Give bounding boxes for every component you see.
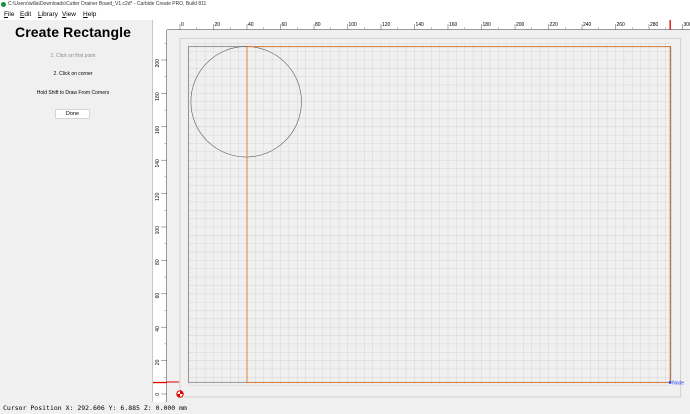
ruler-tick-label: 100: [155, 226, 161, 235]
ruler-tick-label: 100: [349, 22, 358, 28]
ruler-tick-label: 140: [155, 159, 161, 168]
cursor-position: Cursor Position X: 292.606 Y: 6.885 Z: 0…: [3, 404, 187, 412]
rectangle-preview[interactable]: [246, 46, 671, 383]
ruler-tick-label: 280: [650, 22, 659, 28]
ruler-tick-label: 40: [155, 326, 161, 332]
workarea-frame: [179, 37, 682, 398]
ruler-tick-label: 140: [416, 22, 425, 28]
canvas-drawing[interactable]: Node: [167, 30, 690, 402]
ruler-tick-label: 20: [155, 359, 161, 365]
ruler-tick-label: 180: [483, 22, 492, 28]
ruler-tick-label: 160: [449, 22, 458, 28]
origin-quadrant: [180, 390, 184, 394]
ruler-tick-label: 60: [155, 293, 161, 299]
ruler-tick-label: 240: [583, 22, 592, 28]
ruler-tick-label: 200: [516, 22, 525, 28]
node-label: Node: [672, 380, 684, 386]
ruler-tick-label: 220: [550, 22, 559, 28]
left-ruler-ticks: 0 20 40 60 80 100 120 140 160 180 200: [153, 43, 167, 396]
ruler-tick-label: 40: [248, 22, 254, 28]
ruler-tick-label: 300: [684, 22, 690, 28]
ruler-tick-label: 20: [215, 22, 221, 28]
ruler-tick-label: 260: [617, 22, 626, 28]
canvas-grid: [179, 37, 682, 398]
ruler-tick-label: 120: [382, 22, 391, 28]
ruler-tick-label: 160: [155, 126, 161, 135]
top-ruler-ticks: 0 20 40 60 80 100 120 140 160 180 200 220 240 260 280 3…: [179, 20, 690, 30]
ruler-cursor-marker-y: [153, 381, 167, 384]
stock-boundary: [187, 46, 672, 383]
ruler-tick-label: 200: [155, 59, 161, 68]
status-bar: Cursor Position X: 292.606 Y: 6.885 Z: 0…: [0, 402, 690, 414]
node-handle[interactable]: [668, 381, 672, 384]
ruler-tick-label: 80: [315, 22, 321, 28]
ruler-tick-label: 180: [155, 92, 161, 101]
ruler-tick-label: 60: [282, 22, 288, 28]
origin-quadrant: [176, 394, 180, 398]
ruler-tick-label: 0: [155, 393, 161, 396]
edge-marker-bottom: [167, 381, 179, 383]
ruler-tick-label: 0: [181, 22, 184, 28]
origin-icon: [176, 390, 184, 398]
ruler-cursor-marker-x: [669, 20, 671, 30]
ruler-tick-label: 120: [155, 192, 161, 201]
ruler-tick-label: 80: [155, 259, 161, 265]
